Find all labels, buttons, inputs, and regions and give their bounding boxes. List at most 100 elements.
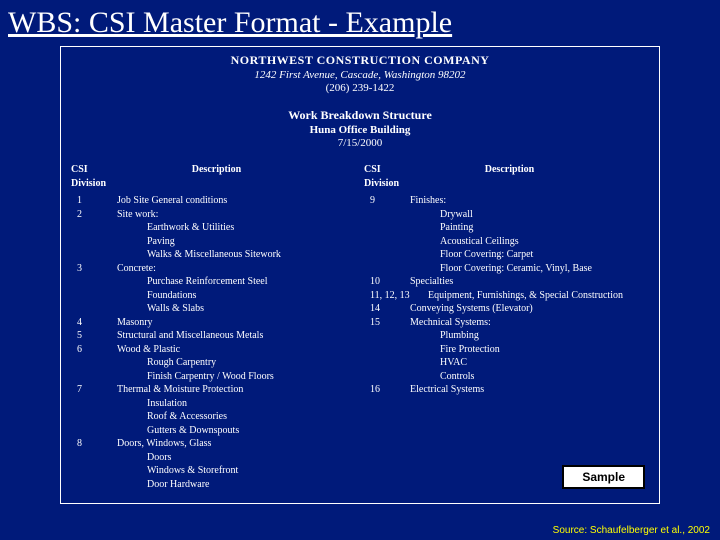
- table-row: Plumbing: [364, 329, 649, 343]
- table-row: Floor Covering: Carpet: [364, 248, 649, 262]
- division-description: Thermal & Moisture Protection: [117, 383, 356, 397]
- division-description: Concrete:: [117, 262, 356, 276]
- table-row: Rough Carpentry: [71, 356, 356, 370]
- division-number: 8: [71, 437, 117, 451]
- division-number: [71, 410, 117, 424]
- division-number: 11, 12, 13: [364, 289, 428, 303]
- division-number: [71, 464, 117, 478]
- division-number: [71, 397, 117, 411]
- division-description: Floor Covering: Carpet: [410, 248, 649, 262]
- division-number: [364, 221, 410, 235]
- table-row: 7Thermal & Moisture Protection: [71, 383, 356, 397]
- division-description: Masonry: [117, 316, 356, 330]
- table-row: Door Hardware: [71, 478, 356, 492]
- division-number: 15: [364, 316, 410, 330]
- division-description: Site work:: [117, 208, 356, 222]
- table-row: Acoustical Ceilings: [364, 235, 649, 249]
- table-row: 6Wood & Plastic: [71, 343, 356, 357]
- division-number: 2: [71, 208, 117, 222]
- table-row: Windows & Storefront: [71, 464, 356, 478]
- table-row: 8Doors, Windows, Glass: [71, 437, 356, 451]
- wbs-left-column: CSI Division Description 1Job Site Gener…: [71, 163, 356, 491]
- division-description: Rough Carpentry: [117, 356, 356, 370]
- sample-badge: Sample: [562, 465, 645, 489]
- header-description: Description: [410, 163, 649, 190]
- division-description: Drywall: [410, 208, 649, 222]
- division-description: Fire Protection: [410, 343, 649, 357]
- wbs-columns: CSI Division Description 1Job Site Gener…: [71, 163, 649, 491]
- table-row: Roof & Accessories: [71, 410, 356, 424]
- division-number: [364, 235, 410, 249]
- table-row: Doors: [71, 451, 356, 465]
- table-row: Purchase Reinforcement Steel: [71, 275, 356, 289]
- division-description: Electrical Systems: [410, 383, 649, 397]
- division-number: 1: [71, 194, 117, 208]
- division-number: 10: [364, 275, 410, 289]
- company-address: 1242 First Avenue, Cascade, Washington 9…: [71, 69, 649, 81]
- division-description: Conveying Systems (Elevator): [410, 302, 649, 316]
- table-row: 5Structural and Miscellaneous Metals: [71, 329, 356, 343]
- division-description: Controls: [410, 370, 649, 384]
- document-date: 7/15/2000: [71, 137, 649, 149]
- division-description: Job Site General conditions: [117, 194, 356, 208]
- division-number: [364, 248, 410, 262]
- division-description: Mechnical Systems:: [410, 316, 649, 330]
- table-row: Finish Carpentry / Wood Floors: [71, 370, 356, 384]
- table-row: 2Site work:: [71, 208, 356, 222]
- division-description: Paving: [117, 235, 356, 249]
- division-number: [71, 478, 117, 492]
- table-row: 1Job Site General conditions: [71, 194, 356, 208]
- left-rows: 1Job Site General conditions2Site work:E…: [71, 194, 356, 491]
- division-description: Doors: [117, 451, 356, 465]
- division-description: Windows & Storefront: [117, 464, 356, 478]
- table-row: 10Specialties: [364, 275, 649, 289]
- division-description: Foundations: [117, 289, 356, 303]
- division-number: [71, 289, 117, 303]
- table-row: Fire Protection: [364, 343, 649, 357]
- table-row: Paving: [71, 235, 356, 249]
- project-name: Huna Office Building: [71, 124, 649, 136]
- table-row: Painting: [364, 221, 649, 235]
- division-description: Structural and Miscellaneous Metals: [117, 329, 356, 343]
- division-number: 9: [364, 194, 410, 208]
- table-row: Floor Covering: Ceramic, Vinyl, Base: [364, 262, 649, 276]
- division-number: [364, 370, 410, 384]
- table-row: Walls & Slabs: [71, 302, 356, 316]
- division-description: Insulation: [117, 397, 356, 411]
- division-description: Earthwork & Utilities: [117, 221, 356, 235]
- table-row: 11, 12, 13Equipment, Furnishings, & Spec…: [364, 289, 649, 303]
- table-row: 4Masonry: [71, 316, 356, 330]
- division-description: Door Hardware: [117, 478, 356, 492]
- wbs-sheet: NORTHWEST CONSTRUCTION COMPANY 1242 Firs…: [60, 46, 660, 504]
- division-number: [71, 302, 117, 316]
- division-number: [364, 343, 410, 357]
- division-description: Finish Carpentry / Wood Floors: [117, 370, 356, 384]
- table-row: Controls: [364, 370, 649, 384]
- document-title: Work Breakdown Structure: [71, 108, 649, 123]
- table-row: Foundations: [71, 289, 356, 303]
- header-description: Description: [117, 163, 356, 190]
- page-title: WBS: CSI Master Format - Example: [0, 0, 720, 42]
- table-row: 16Electrical Systems: [364, 383, 649, 397]
- wbs-right-column: CSI Division Description 9Finishes:Drywa…: [364, 163, 649, 491]
- company-name: NORTHWEST CONSTRUCTION COMPANY: [71, 53, 649, 68]
- column-header: CSI Division Description: [364, 163, 649, 190]
- division-number: [71, 221, 117, 235]
- table-row: 15Mechnical Systems:: [364, 316, 649, 330]
- table-row: 9Finishes:: [364, 194, 649, 208]
- table-row: Earthwork & Utilities: [71, 221, 356, 235]
- division-number: [71, 370, 117, 384]
- division-number: [71, 451, 117, 465]
- table-row: HVAC: [364, 356, 649, 370]
- table-row: 14Conveying Systems (Elevator): [364, 302, 649, 316]
- table-row: Walks & Miscellaneous Sitework: [71, 248, 356, 262]
- table-row: Drywall: [364, 208, 649, 222]
- division-number: 4: [71, 316, 117, 330]
- division-description: Purchase Reinforcement Steel: [117, 275, 356, 289]
- division-description: Painting: [410, 221, 649, 235]
- right-rows: 9Finishes:DrywallPaintingAcoustical Ceil…: [364, 194, 649, 397]
- company-phone: (206) 239-1422: [71, 82, 649, 94]
- division-description: Plumbing: [410, 329, 649, 343]
- division-number: [71, 275, 117, 289]
- table-row: Insulation: [71, 397, 356, 411]
